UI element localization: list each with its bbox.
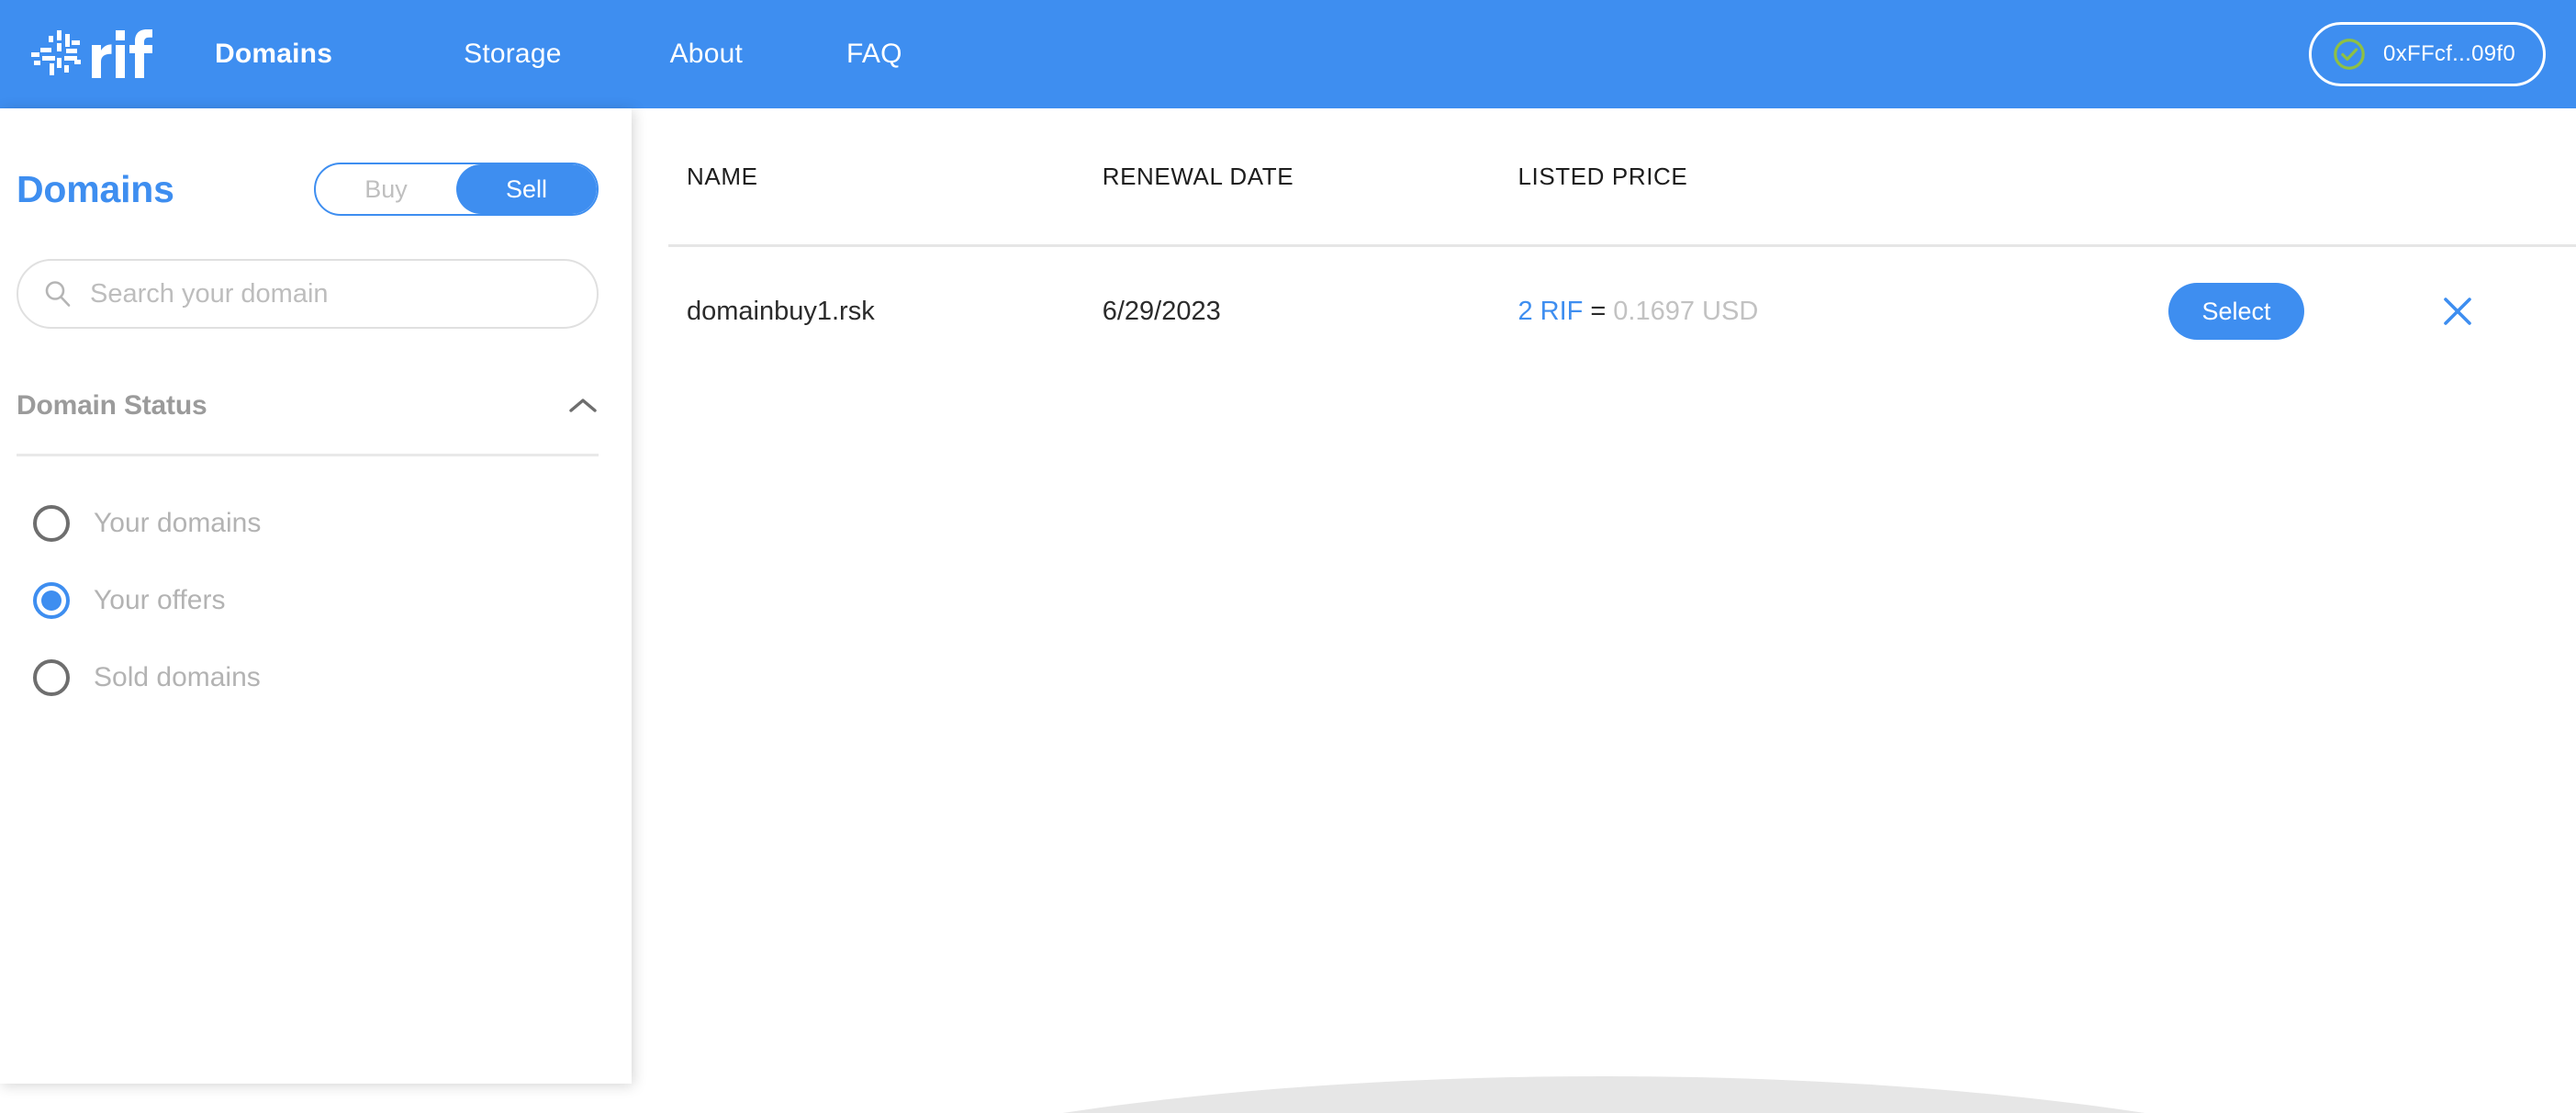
chevron-up-icon[interactable]	[567, 396, 599, 416]
price-fiat-amount: 0.1697 USD	[1613, 296, 1759, 326]
search-box[interactable]	[17, 259, 599, 329]
cell-action: Select	[2168, 283, 2403, 340]
radio-indicator	[33, 505, 70, 542]
sidebar-header: Domains Buy Sell	[0, 147, 632, 231]
buy-sell-toggle[interactable]: Buy Sell	[314, 163, 599, 216]
nav-item-about[interactable]: About	[670, 40, 743, 68]
cell-domain-name: domainbuy1.rsk	[687, 296, 875, 326]
check-circle-icon	[2334, 39, 2365, 70]
column-header-listed-price: LISTED PRICE	[1518, 162, 1688, 190]
radio-option-your-offers[interactable]: Your offers	[33, 574, 632, 627]
radio-indicator	[33, 659, 70, 696]
nav-item-domains[interactable]: Domains	[215, 40, 332, 68]
nav-item-storage[interactable]: Storage	[464, 40, 561, 68]
decorative-bottom-arc	[663, 1076, 2545, 1113]
radio-label: Your domains	[94, 508, 262, 538]
wallet-address-text: 0xFFcf...09f0	[2383, 41, 2515, 66]
rif-pinwheel-logo-icon	[31, 29, 152, 78]
nav-item-faq[interactable]: FAQ	[846, 40, 902, 68]
page-title: Domains	[17, 167, 174, 210]
table-row[interactable]: domainbuy1.rsk 6/29/2023 2 RIF = 0.1697 US…	[632, 247, 2576, 376]
column-header-renewal-date: RENEWAL DATE	[1102, 162, 1294, 190]
cell-listed-price: 2 RIF = 0.1697 USD	[1518, 297, 2168, 327]
select-button[interactable]: Select	[2168, 283, 2305, 340]
price-token-amount: 2 RIF	[1518, 296, 1584, 326]
radio-option-sold-domains[interactable]: Sold domains	[33, 651, 632, 704]
radio-label: Your offers	[94, 585, 226, 615]
toggle-option-buy[interactable]: Buy	[316, 164, 456, 214]
filter-section-title: Domain Status	[17, 390, 207, 421]
table-header-row: NAME RENEWAL DATE LISTED PRICE	[632, 108, 2576, 244]
close-icon	[2444, 298, 2471, 325]
domain-status-radio-group: Your domains Your offers Sold domains	[33, 497, 632, 704]
wallet-address-button[interactable]: 0xFFcf...09f0	[2309, 22, 2546, 86]
main-nav-links: Domains Storage About FAQ	[215, 40, 902, 68]
cell-renewal-date: 6/29/2023	[1102, 296, 1221, 326]
search-input[interactable]	[90, 278, 573, 309]
domain-status-filter-header[interactable]: Domain Status	[17, 378, 599, 433]
filter-divider	[17, 454, 599, 456]
price-equals-sign: =	[1590, 296, 1607, 326]
top-navigation-bar: Domains Storage About FAQ 0xFFcf...09f0	[0, 0, 2576, 108]
domains-table-panel: NAME RENEWAL DATE LISTED PRICE domainbuy…	[632, 108, 2576, 1113]
toggle-option-sell[interactable]: Sell	[456, 164, 597, 214]
rif-logo[interactable]	[24, 25, 162, 84]
radio-label: Sold domains	[94, 662, 261, 692]
remove-offer-button[interactable]	[2430, 284, 2485, 339]
column-header-name: NAME	[687, 162, 758, 190]
radio-indicator	[33, 582, 70, 619]
cell-remove	[2403, 284, 2512, 339]
radio-option-your-domains[interactable]: Your domains	[33, 497, 632, 550]
search-icon	[45, 281, 71, 307]
domains-sidebar: Domains Buy Sell Domain Status Your doma…	[0, 108, 632, 1084]
